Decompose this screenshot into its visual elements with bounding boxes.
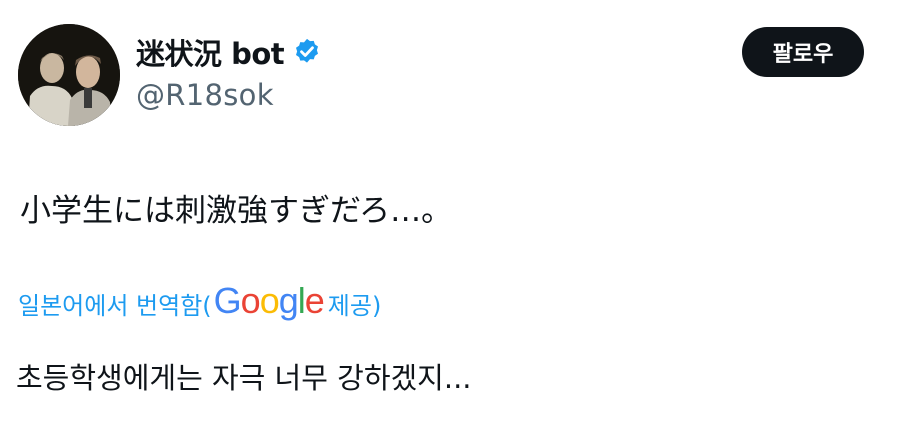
avatar[interactable]	[18, 24, 120, 126]
google-logo-letter: g	[278, 280, 299, 321]
display-name-row: 迷状況 bot	[136, 30, 322, 74]
google-logo-letter: e	[304, 280, 325, 321]
tweet-text: 小学生には刺激強すぎだろ…。	[20, 193, 453, 229]
author-block: 迷状況 bot @R18sok	[136, 30, 322, 112]
follow-button[interactable]: 팔로우	[742, 27, 864, 77]
translated-text: 초등학생에게는 자극 너무 강하겠지...	[16, 361, 472, 395]
verified-badge-icon	[292, 37, 322, 67]
user-avatar	[18, 24, 120, 126]
google-logo-letter: o	[240, 280, 261, 321]
google-logo-letter: G	[213, 280, 242, 321]
translation-label-prefix: 일본어에서 번역함(	[18, 291, 212, 320]
author-handle[interactable]: @R18sok	[136, 78, 322, 112]
google-logo-letter: l	[297, 280, 306, 321]
translation-label-suffix: 제공)	[327, 291, 382, 320]
translation-attribution[interactable]: 일본어에서 번역함( G o o g l e 제공)	[18, 280, 382, 324]
google-logo-letter: o	[259, 280, 280, 321]
display-name[interactable]: 迷状況 bot	[136, 31, 285, 73]
tweet-card: 迷状況 bot @R18sok 팔로우 小学生には刺激強すぎだろ…。 일본어에서…	[0, 0, 900, 425]
google-logo-icon: G o o g l e	[213, 280, 325, 322]
